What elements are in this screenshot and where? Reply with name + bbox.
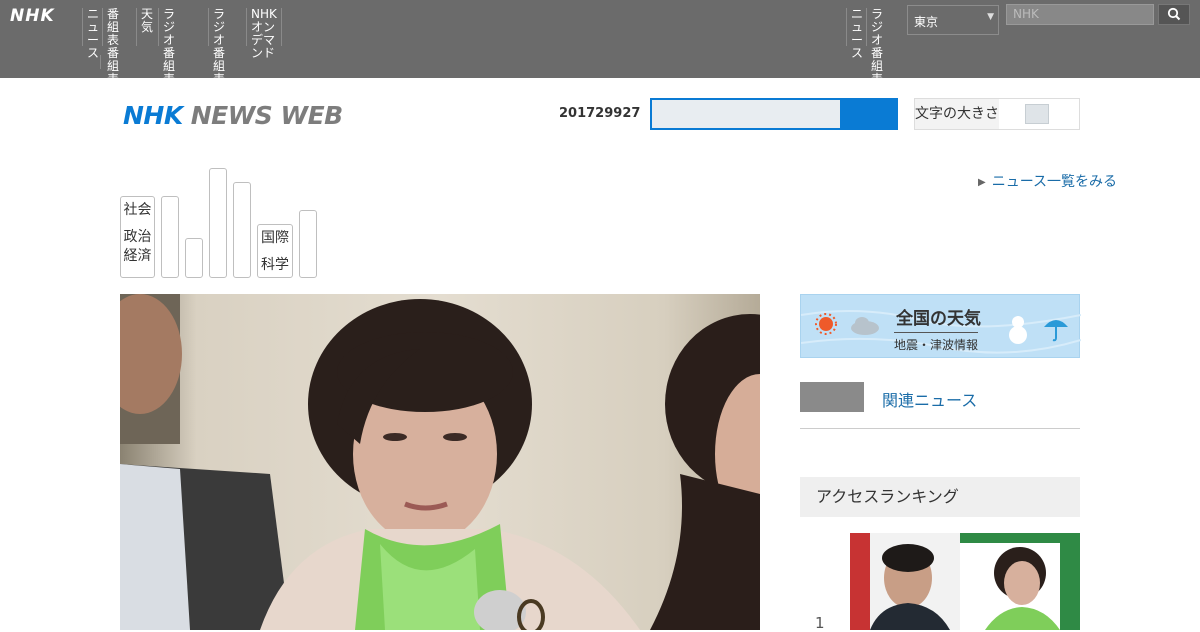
tab-category-5[interactable] bbox=[233, 182, 251, 278]
global-search-input[interactable]: NHK bbox=[1006, 4, 1154, 25]
current-date: 201729927 bbox=[559, 106, 641, 121]
access-ranking-heading: アクセスランキング bbox=[800, 477, 1080, 517]
tab-category-2[interactable] bbox=[161, 196, 179, 278]
global-nav-item-tv[interactable]: 番組表 番組表 bbox=[102, 8, 123, 86]
text-size-toggle[interactable]: 文字の大きさ bbox=[914, 98, 1080, 130]
tab-international[interactable]: 国際 科学 bbox=[257, 224, 293, 278]
logo-newsweb-text: NEWS WEB bbox=[190, 101, 344, 130]
sun-icon bbox=[815, 313, 837, 339]
related-news-button[interactable] bbox=[800, 382, 864, 412]
tab-category-3[interactable] bbox=[185, 238, 203, 278]
view-all-label: ニュース一覧をみる bbox=[991, 174, 1118, 190]
text-size-track bbox=[999, 99, 1079, 129]
umbrella-icon bbox=[1042, 313, 1070, 347]
global-nav-item-weather[interactable]: 天気 bbox=[136, 8, 157, 46]
global-nav-item-radio-guide[interactable]: ラジオ 番組表 bbox=[208, 8, 229, 86]
global-nav-item-news[interactable]: ニュ ース bbox=[82, 8, 103, 60]
site-search-button[interactable] bbox=[840, 98, 898, 130]
triangle-right-icon: ▶ bbox=[978, 177, 986, 188]
tab-society[interactable]: 社会 政治 経済 bbox=[120, 196, 155, 278]
tab-category-4[interactable] bbox=[209, 168, 227, 278]
tab-category-7[interactable] bbox=[299, 210, 317, 278]
search-icon bbox=[1167, 7, 1181, 21]
region-select-value: 東京 bbox=[914, 15, 939, 29]
section-divider bbox=[800, 428, 1080, 429]
tab-label-society: 社会 bbox=[123, 202, 152, 218]
cloud-icon bbox=[849, 315, 881, 339]
global-search-button[interactable] bbox=[1158, 4, 1190, 25]
quake-tsunami-label: 地震・津波情報 bbox=[894, 332, 979, 353]
weather-title: 全国の天気 bbox=[896, 309, 981, 329]
tab-label-science: 科学 bbox=[261, 257, 289, 273]
chevron-down-icon: ▼ bbox=[987, 12, 994, 22]
global-nav-right-news[interactable]: ニュ ース bbox=[846, 8, 867, 60]
ranking-thumbnail-image bbox=[850, 533, 1080, 630]
ranking-thumbnail[interactable] bbox=[850, 533, 1080, 630]
view-all-news-link[interactable]: ▶ ニュース一覧をみる bbox=[978, 171, 1117, 191]
global-nav-bar: NHK ニュ ース 番組表 番組表 天気 ラジオ 番組表 ラジオ 番組表 NHK… bbox=[0, 0, 1200, 86]
global-nav-item-radio[interactable]: ラジオ 番組表 bbox=[158, 8, 179, 86]
weather-banner[interactable]: 全国の天気 地震・津波情報 bbox=[800, 294, 1081, 358]
site-search-input[interactable] bbox=[652, 100, 841, 128]
main-news-photo[interactable] bbox=[120, 294, 760, 630]
tab-label-politics-economy: 政治 経済 bbox=[123, 229, 152, 264]
snowman-icon bbox=[1006, 311, 1030, 349]
logo-nhk-text: NHK bbox=[123, 101, 183, 130]
global-nav-right-radio[interactable]: ラジオ 番組表 bbox=[866, 8, 887, 86]
rank-number: 1 bbox=[815, 614, 825, 632]
global-nav-item-ondemand[interactable]: NHK オンデマ ンド bbox=[246, 8, 282, 60]
news-photo-image bbox=[120, 294, 760, 630]
nav-divider bbox=[100, 55, 101, 69]
region-select[interactable]: 東京 ▼ bbox=[907, 5, 999, 35]
text-size-label: 文字の大きさ bbox=[915, 106, 999, 122]
nhk-news-web-logo[interactable]: NHK NEWS WEB bbox=[123, 101, 343, 131]
text-size-knob[interactable] bbox=[1025, 104, 1049, 124]
tab-label-international: 国際 bbox=[261, 230, 289, 246]
nhk-global-logo[interactable]: NHK bbox=[10, 6, 55, 26]
related-news-link[interactable]: 関連ニュース bbox=[882, 387, 977, 411]
